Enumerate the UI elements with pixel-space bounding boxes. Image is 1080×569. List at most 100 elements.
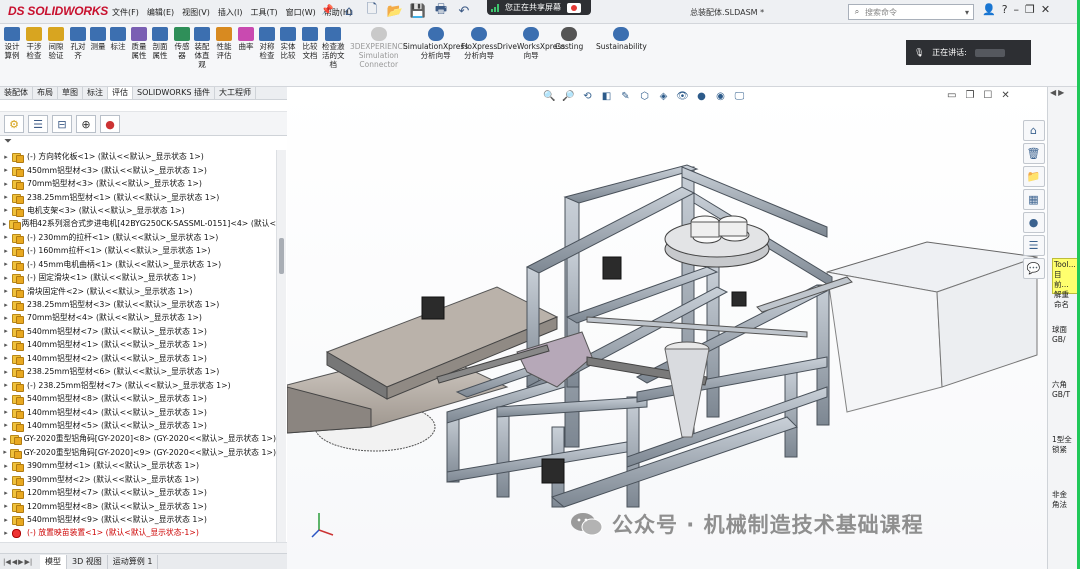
command-tab-1[interactable]: 布局: [33, 87, 58, 99]
first-tab-icon[interactable]: |◀: [3, 558, 11, 566]
tree-item[interactable]: ▸ 120mm铝型材<7> (默认<<默认>_显示状态 1>): [0, 486, 276, 500]
expand-arrow-icon[interactable]: ▸: [0, 327, 12, 335]
home-icon[interactable]: ⌂: [340, 2, 358, 20]
tree-item[interactable]: ▸ 140mm铝型材<2> (默认<<默认>_显示状态 1>): [0, 352, 276, 365]
tree-item[interactable]: ▸ 238.25mm铝型材<3> (默认<<默认>_显示状态 1>): [0, 298, 276, 312]
ribbon-addin-5[interactable]: Sustainability: [596, 27, 647, 51]
ribbon-tool-14[interactable]: 比较 文档: [302, 27, 318, 60]
command-tab-2[interactable]: 草图: [58, 87, 83, 99]
menu-item-2[interactable]: 视图(V): [178, 7, 214, 18]
expand-arrow-icon[interactable]: ▸: [0, 448, 10, 456]
collection-tray[interactable]: [826, 241, 1038, 413]
record-icon[interactable]: [567, 2, 581, 13]
property-manager-icon[interactable]: ☰: [28, 115, 48, 133]
ribbon-tool-11[interactable]: 曲率: [238, 27, 254, 51]
tree-item[interactable]: ▸ 238.25mm铝型材<1> (默认<<默认>_显示状态 1>): [0, 190, 276, 204]
screen-share-banner[interactable]: 您正在共享屏幕: [487, 0, 591, 15]
expand-arrow-icon[interactable]: ▸: [0, 462, 12, 470]
ribbon-tool-0[interactable]: 设计 算例: [4, 27, 20, 60]
panel-splitter[interactable]: [0, 100, 287, 112]
ribbon-tool-13[interactable]: 实体 比较: [280, 27, 296, 60]
filter-icon[interactable]: ⏷: [4, 136, 12, 147]
tree-scrollbar[interactable]: [276, 150, 286, 542]
expand-arrow-icon[interactable]: ▸: [0, 287, 12, 295]
tree-item[interactable]: ▸ (-) 230mm的拉杆<1> (默认<<默认>_显示状态 1>): [0, 231, 276, 244]
minimize-icon[interactable]: –: [1014, 3, 1020, 16]
menu-item-0[interactable]: 文件(F): [108, 7, 143, 18]
tree-item[interactable]: ▸ 70mm铝型材<3> (默认<<默认>_显示状态 1>): [0, 177, 276, 191]
tree-item[interactable]: ▸ 两相42系列混合式步进电机[42BYG250CK-SASSML-0151]<4…: [0, 217, 276, 231]
tree-item[interactable]: ▸ 140mm铝型材<4> (默认<<默认>_显示状态 1>): [0, 405, 276, 419]
ribbon-tool-6[interactable]: 质量 属性: [131, 27, 147, 60]
tree-item[interactable]: ▸ (-) 160mm拉杆<1> (默认<<默认>_显示状态 1>): [0, 244, 276, 258]
graphics-area[interactable]: 🔍 🔎 ⟲ ◧ ✎ ⬡ ◈ 👁 ● ◉ 🖵 ▭ ❐ ☐ ✕ 公众号 · 机械制造…: [287, 87, 1047, 569]
prev-tab-icon[interactable]: ◀: [12, 558, 17, 566]
undo-icon[interactable]: ↶: [455, 2, 473, 20]
menu-item-1[interactable]: 编辑(E): [143, 7, 178, 18]
feature-manager-icon[interactable]: ⚙: [4, 115, 24, 133]
tree-item[interactable]: ▸ 450mm铝型材<3> (默认<<默认>_显示状态 1>): [0, 163, 276, 177]
user-icon[interactable]: 👤: [982, 3, 996, 16]
toolbox-item-3[interactable]: 非金 角法: [1052, 490, 1067, 510]
tree-item[interactable]: ▸ 70mm铝型材<4> (默认<<默认>_显示状态 1>): [0, 311, 276, 325]
tree-item[interactable]: ▸ (-) 45mm电机曲柄<1> (默认<<默认>_显示状态 1>): [0, 258, 276, 271]
expand-arrow-icon[interactable]: ▸: [0, 354, 12, 362]
search-input[interactable]: 搜索命令: [865, 7, 897, 18]
command-tab-4[interactable]: 评估: [108, 87, 133, 99]
expand-arrow-icon[interactable]: ▸: [0, 502, 12, 510]
menu-item-5[interactable]: 窗口(W): [282, 7, 320, 18]
bottom-tab-0[interactable]: 模型: [40, 554, 67, 569]
command-tab-3[interactable]: 标注: [83, 87, 108, 99]
forum-icon[interactable]: 💬: [1022, 258, 1045, 279]
menu-item-4[interactable]: 工具(T): [246, 7, 281, 18]
expand-arrow-icon[interactable]: ▸: [0, 529, 12, 537]
ribbon-tool-9[interactable]: 装配 体直 观: [194, 27, 210, 69]
solidworks-logo[interactable]: DS SOLIDWORKS: [8, 4, 108, 18]
configuration-manager-icon[interactable]: ⊟: [52, 115, 72, 133]
expand-arrow-icon[interactable]: ▸: [0, 274, 12, 282]
expand-arrow-icon[interactable]: ▸: [0, 233, 12, 241]
expand-arrow-icon[interactable]: ▸: [0, 193, 12, 201]
command-tab-6[interactable]: 大工程师: [215, 87, 256, 99]
ribbon-addin-1[interactable]: SimulationXpress 分析向导: [403, 27, 468, 60]
ribbon-addin-4[interactable]: Costing: [555, 27, 583, 51]
tree-item[interactable]: ▸ 540mm铝型材<7> (默认<<默认>_显示状态 1>): [0, 325, 276, 338]
expand-arrow-icon[interactable]: ▸: [0, 166, 12, 174]
ribbon-tool-12[interactable]: 对称 检查: [259, 27, 275, 60]
expand-arrow-icon[interactable]: ▸: [0, 435, 10, 443]
tree-item[interactable]: ▸ 238.25mm铝型材<6> (默认<<默认>_显示状态 1>): [0, 365, 276, 379]
tree-item[interactable]: ▸ 滑块固定件<2> (默认<<默认>_显示状态 1>): [0, 284, 276, 298]
new-document-icon[interactable]: 🗋: [363, 2, 381, 20]
search-dropdown-icon[interactable]: ▾: [961, 8, 973, 17]
ribbon-tool-1[interactable]: 干涉 检查: [26, 27, 42, 60]
solidworks-resources-icon[interactable]: ⌂: [1022, 120, 1045, 141]
expand-arrow-icon[interactable]: ▸: [0, 180, 12, 188]
last-tab-icon[interactable]: ▶|: [25, 558, 33, 566]
expand-arrow-icon[interactable]: ▸: [0, 421, 12, 429]
command-tab-0[interactable]: 装配体: [0, 87, 33, 99]
ribbon-tool-2[interactable]: 间隙 验证: [48, 27, 64, 60]
ribbon-addin-0[interactable]: 3DEXPERIENCE Simulation Connector: [350, 27, 407, 69]
expand-arrow-icon[interactable]: ▸: [0, 408, 12, 416]
expand-arrow-icon[interactable]: ▸: [0, 341, 12, 349]
next-tab-icon[interactable]: ▶: [18, 558, 23, 566]
expand-arrow-icon[interactable]: ▸: [0, 489, 12, 497]
open-icon[interactable]: 📂: [386, 2, 404, 20]
scrollbar-thumb[interactable]: [279, 238, 284, 274]
expand-arrow-icon[interactable]: ▸: [0, 395, 12, 403]
expand-arrow-icon[interactable]: ▸: [0, 153, 12, 161]
tree-item[interactable]: ▸ (-) 238.25mm铝型材<7> (默认<<默认>_显示状态 1>): [0, 378, 276, 392]
expand-arrow-icon[interactable]: ▸: [0, 206, 12, 214]
toolbox-item-2[interactable]: 1型全 锁紧: [1052, 435, 1072, 455]
search-box[interactable]: ⌕ 搜索命令 ▾: [848, 4, 974, 20]
pin-menu-icon[interactable]: 📌: [321, 5, 333, 16]
tree-item[interactable]: ▸ 140mm铝型材<5> (默认<<默认>_显示状态 1>): [0, 419, 276, 432]
ribbon-tool-8[interactable]: 传感 器: [174, 27, 190, 60]
bottom-tab-1[interactable]: 3D 视图: [67, 554, 108, 569]
tree-item[interactable]: ▸ 120mm铝型材<8> (默认<<默认>_显示状态 1>): [0, 499, 276, 513]
expand-arrow-icon[interactable]: ▸: [0, 260, 12, 268]
toolbox-tag[interactable]: Tool... 目前... 解重命名: [1052, 258, 1078, 309]
custom-properties-icon[interactable]: ☰: [1022, 235, 1045, 256]
expand-arrow-icon[interactable]: ▸: [0, 516, 12, 524]
ribbon-tool-4[interactable]: 测量: [90, 27, 106, 51]
